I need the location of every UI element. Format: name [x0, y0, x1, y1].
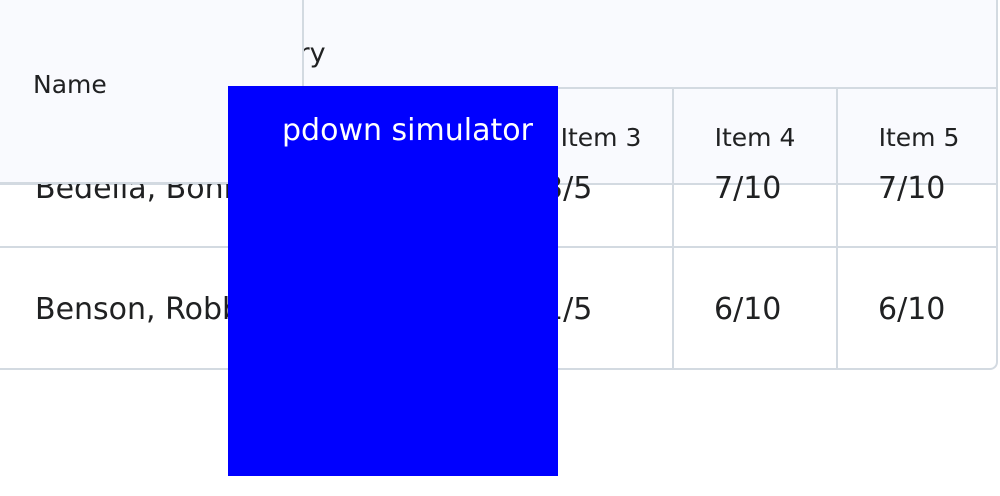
column-divider — [672, 89, 674, 368]
score-cell[interactable]: 7/10 — [714, 174, 781, 204]
column-divider — [836, 89, 838, 368]
dropdown-simulator[interactable]: pdown simulator — [228, 86, 558, 476]
score-cell[interactable]: 6/10 — [714, 295, 781, 325]
score-cell[interactable]: 7/10 — [878, 174, 945, 204]
score-cell[interactable]: 6/10 — [878, 295, 945, 325]
dropdown-simulator-label: pdown simulator — [282, 113, 533, 148]
name-header-label: Name — [33, 70, 107, 99]
gradebook-view: ory Item 3 Item 4 Item 5 Bedella, Bonn 3… — [0, 0, 1000, 496]
student-name[interactable]: Benson, Robb — [35, 295, 241, 325]
